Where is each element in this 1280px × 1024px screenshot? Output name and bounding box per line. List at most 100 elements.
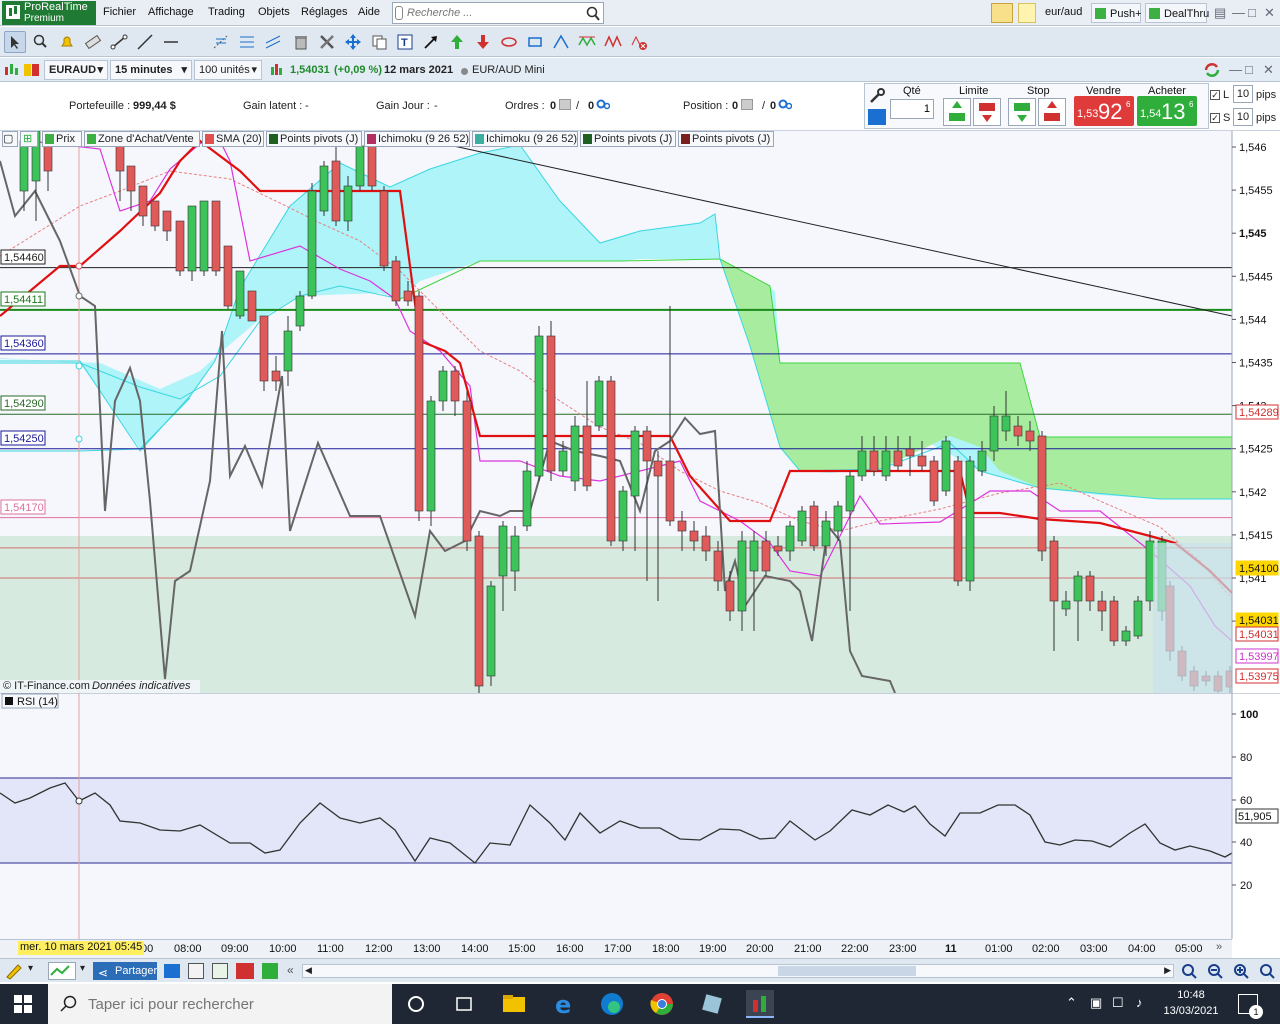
legend-item[interactable]: Points pivots (J) [678, 131, 774, 147]
candle[interactable] [414, 295, 424, 512]
note-icon[interactable] [1018, 3, 1036, 23]
candle[interactable] [162, 210, 172, 232]
selection-box[interactable] [1153, 543, 1232, 693]
rsi-chart[interactable]: 100 80 60 40 20 51,905 RSI (14) [0, 693, 1280, 939]
cortana-icon[interactable] [402, 990, 430, 1018]
candle[interactable] [283, 330, 293, 372]
candle[interactable] [403, 290, 413, 302]
candle[interactable] [749, 540, 759, 572]
line-tool-icon[interactable] [134, 31, 156, 53]
candle[interactable] [929, 460, 939, 502]
candle[interactable] [319, 165, 329, 212]
orders-settings-icon[interactable] [596, 98, 611, 110]
alert-bell-icon[interactable] [56, 31, 78, 53]
candle[interactable] [355, 145, 365, 187]
candle[interactable] [965, 460, 975, 582]
candle[interactable] [510, 535, 520, 572]
horizontal-scrollbar[interactable]: ◀ ▶ [302, 964, 1174, 978]
candle[interactable] [343, 185, 353, 222]
candle[interactable] [845, 475, 855, 512]
order-tools-icon[interactable] [868, 87, 886, 105]
candle[interactable] [522, 470, 532, 527]
l-pips-input[interactable]: 10 [1233, 85, 1253, 103]
reset-zoom-icon[interactable] [1258, 962, 1276, 980]
candle[interactable] [689, 530, 699, 542]
candle[interactable] [857, 450, 867, 477]
scrollbar-thumb[interactable] [778, 966, 916, 976]
candle[interactable] [138, 185, 148, 217]
candle[interactable] [211, 200, 221, 272]
scroll-right-icon[interactable]: » [1216, 941, 1222, 953]
chart-minimize-icon[interactable]: — [1229, 62, 1242, 77]
legend-item[interactable]: Points pivots (J) [266, 131, 362, 147]
fibo-lines-icon[interactable] [236, 31, 258, 53]
candle[interactable] [259, 315, 269, 382]
edge-icon[interactable] [598, 990, 626, 1018]
candle[interactable] [247, 290, 257, 322]
candle[interactable] [498, 525, 508, 577]
candle[interactable] [1049, 540, 1059, 602]
scroll-right-arrow-icon[interactable]: ▶ [1164, 965, 1171, 976]
taskbar-search-input[interactable] [88, 994, 378, 1014]
dealthru-button[interactable]: DealThru [1145, 3, 1209, 23]
zigzag-tool-icon[interactable] [576, 31, 598, 53]
candle[interactable] [1133, 600, 1143, 637]
edge-legacy-icon[interactable]: e [550, 990, 578, 1019]
close-icon[interactable]: ✕ [1264, 5, 1275, 21]
taskbar-clock[interactable]: 10:48 13/03/2021 [1158, 987, 1224, 1019]
trash-icon[interactable] [290, 31, 312, 53]
file-explorer-icon[interactable] [500, 990, 528, 1018]
tray-expand-icon[interactable]: ⌃ [1066, 995, 1077, 1011]
legend-item[interactable]: Ichimoku (9 26 52) [364, 131, 470, 147]
position-close-icon[interactable] [741, 99, 753, 110]
scroll-left-double-icon[interactable]: « [287, 963, 294, 977]
share-button[interactable]: ⋖ Partager [93, 962, 157, 980]
candle[interactable] [821, 520, 831, 547]
search-box[interactable] [392, 2, 604, 24]
tools-icon[interactable] [316, 31, 338, 53]
candle[interactable] [701, 535, 711, 552]
ellipse-tool-icon[interactable] [498, 31, 520, 53]
minimize-icon[interactable]: — [1232, 5, 1245, 20]
segment-tool-icon[interactable] [108, 31, 130, 53]
draw-pencil-icon[interactable] [4, 962, 24, 980]
candle[interactable] [881, 450, 891, 477]
candle[interactable] [869, 450, 879, 472]
candle[interactable] [1145, 540, 1155, 602]
candle[interactable] [295, 295, 305, 327]
candle[interactable] [223, 245, 233, 307]
taskbar-search[interactable] [48, 984, 392, 1024]
sell-button[interactable]: 1,53 92 6 [1074, 96, 1134, 126]
app-icon[interactable] [698, 990, 726, 1018]
candle[interactable] [1013, 425, 1023, 437]
candle[interactable] [905, 448, 915, 457]
pencil-tool-icon[interactable] [991, 3, 1013, 23]
candle[interactable] [546, 335, 556, 472]
candle[interactable] [486, 585, 496, 677]
candle[interactable] [558, 450, 568, 472]
candle[interactable] [391, 260, 401, 302]
candle[interactable] [809, 505, 819, 547]
candle[interactable] [773, 545, 783, 552]
menu-fichier[interactable]: Fichier [103, 6, 136, 18]
qty-input[interactable] [890, 99, 934, 119]
legend-item[interactable]: Ichimoku (9 26 52) [472, 131, 578, 147]
symbol-selector[interactable]: EURAUD ▾ [44, 60, 108, 80]
candle[interactable] [665, 460, 675, 522]
candle[interactable] [367, 145, 377, 187]
candle[interactable] [126, 165, 136, 192]
window-tile-icon[interactable]: ▤ [1214, 5, 1226, 21]
chart-close-icon[interactable]: ✕ [1263, 62, 1274, 78]
candle[interactable] [653, 460, 663, 477]
candle[interactable] [797, 510, 807, 542]
candle[interactable] [1109, 600, 1119, 642]
arrow-tool-icon[interactable] [420, 31, 442, 53]
candle[interactable] [1061, 600, 1071, 610]
chevron-down-icon[interactable]: ▾ [80, 963, 85, 974]
fibonacci-tool-icon[interactable] [210, 31, 232, 53]
pattern-tool-icon[interactable] [602, 31, 624, 53]
chevron-down-icon[interactable]: ▾ [28, 963, 33, 974]
candle[interactable] [379, 190, 389, 267]
legend-item[interactable]: SMA (20) [202, 131, 264, 147]
push-plus-button[interactable]: Push+ [1091, 3, 1142, 23]
